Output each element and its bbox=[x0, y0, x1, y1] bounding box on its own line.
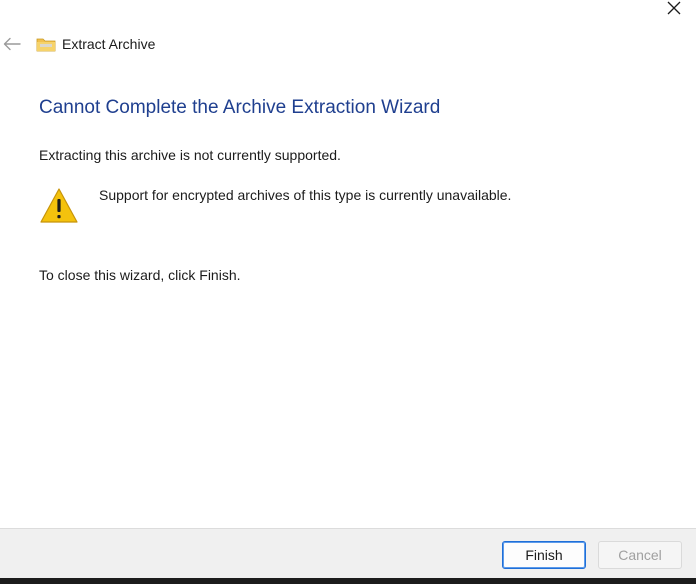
wizard-heading: Cannot Complete the Archive Extraction W… bbox=[39, 97, 441, 118]
back-arrow-icon bbox=[3, 37, 21, 51]
cancel-button: Cancel bbox=[598, 541, 682, 569]
warning-icon bbox=[40, 188, 78, 223]
back-button[interactable] bbox=[0, 32, 24, 56]
wizard-footer: Finish Cancel bbox=[0, 528, 696, 579]
window-title: Extract Archive bbox=[62, 36, 156, 52]
folder-zip-icon bbox=[36, 38, 56, 52]
close-button[interactable] bbox=[660, 0, 688, 16]
finish-button[interactable]: Finish bbox=[502, 541, 586, 569]
unsupported-message: Extracting this archive is not currently… bbox=[39, 147, 341, 163]
close-icon bbox=[667, 1, 681, 15]
taskbar-edge bbox=[0, 578, 696, 584]
warning-row: Support for encrypted archives of this t… bbox=[39, 186, 511, 226]
extract-archive-window: Extract Archive Cannot Complete the Arch… bbox=[0, 0, 696, 584]
wizard-titlebar: Extract Archive bbox=[0, 32, 400, 56]
close-instruction: To close this wizard, click Finish. bbox=[39, 267, 241, 283]
warning-text: Support for encrypted archives of this t… bbox=[99, 187, 512, 203]
